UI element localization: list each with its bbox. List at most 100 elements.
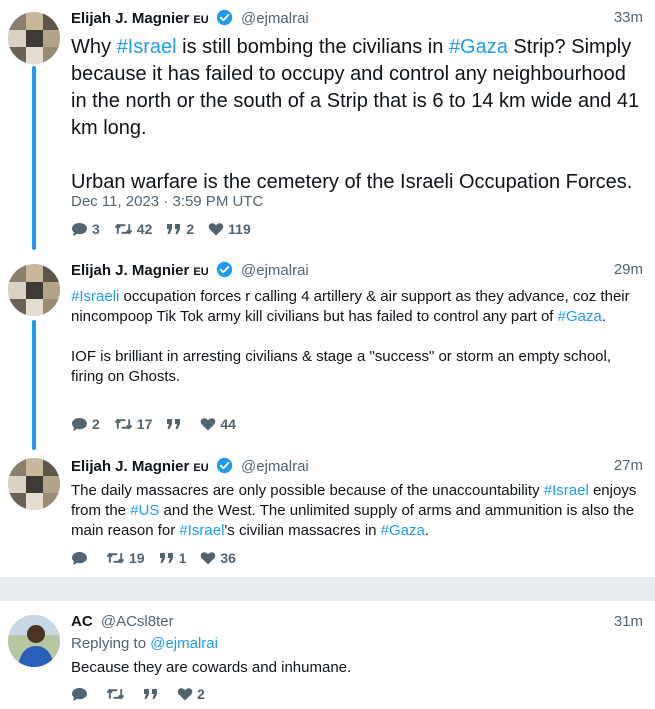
tweet-text-segment: . xyxy=(424,522,430,539)
like-button[interactable]: 44 xyxy=(200,416,236,432)
tweet-text-segment: IOF is brilliant in arresting civilians … xyxy=(71,348,612,385)
reply-tweet: AC @ACsl8ter 31m Replying to @ejmalrai B… xyxy=(0,601,655,709)
quote-icon xyxy=(167,419,181,429)
comment-icon xyxy=(72,551,87,565)
display-name[interactable]: Elijah J. Magnier xyxy=(71,10,189,27)
comment-icon xyxy=(72,687,87,701)
reply-button[interactable]: 2 xyxy=(71,416,100,432)
tweet: Elijah J. Magnier EU @ejmalrai 33m Why #I… xyxy=(0,0,655,250)
like-button[interactable]: 36 xyxy=(200,550,236,566)
flag-label: EU xyxy=(193,266,209,278)
hashtag-link[interactable]: #US xyxy=(130,502,159,519)
tweet-paragraph: IOF is brilliant in arresting civilians … xyxy=(71,347,641,387)
user-handle[interactable]: @ejmalrai xyxy=(241,10,309,27)
quote-icon xyxy=(159,553,173,563)
hashtag-link[interactable]: #Israel xyxy=(179,522,224,539)
hashtag-link[interactable]: #Gaza xyxy=(558,308,602,325)
heart-icon xyxy=(208,223,224,236)
thread-line xyxy=(32,320,36,450)
avatar[interactable] xyxy=(8,458,60,510)
reply-button[interactable]: 3 xyxy=(71,221,100,237)
retweet-icon xyxy=(114,418,133,430)
tweet-time[interactable]: 33m xyxy=(614,9,643,26)
quote-button[interactable]: 2 xyxy=(166,221,194,237)
hashtag-link[interactable]: #Israel xyxy=(544,482,589,499)
retweet-button[interactable] xyxy=(106,687,129,701)
tweet-time[interactable]: 29m xyxy=(614,261,643,278)
thread-separator xyxy=(0,577,655,601)
flag-label: EU xyxy=(193,462,209,474)
tweet-text-segment: Why xyxy=(71,36,117,58)
tweet-date[interactable]: Dec 11, 2023 · 3:59 PM UTC xyxy=(71,193,263,210)
hashtag-link[interactable]: #Gaza xyxy=(449,36,508,58)
retweet-button[interactable]: 42 xyxy=(114,221,152,237)
user-handle[interactable]: @ejmalrai xyxy=(241,262,309,279)
tweet-actions: 2 xyxy=(71,684,219,704)
tweet-paragraph: Urban warfare is the cemetery of the Isr… xyxy=(71,169,641,196)
tweet-paragraph: The daily massacres are only possible be… xyxy=(71,481,641,541)
display-name[interactable]: AC xyxy=(71,613,93,630)
retweet-icon xyxy=(106,552,125,564)
verified-badge-icon xyxy=(216,9,232,26)
tweet-text: Why #Israel is still bombing the civilia… xyxy=(71,34,641,196)
retweet-icon xyxy=(114,223,133,235)
quote-button[interactable] xyxy=(143,688,163,700)
user-handle[interactable]: @ACsl8ter xyxy=(101,613,174,630)
like-count: 2 xyxy=(197,686,205,702)
quote-icon xyxy=(144,689,157,699)
avatar-collage-icon xyxy=(8,264,60,316)
verified-badge-icon xyxy=(216,261,232,278)
user-handle[interactable]: @ejmalrai xyxy=(241,458,309,475)
like-button[interactable]: 119 xyxy=(208,221,251,237)
comment-icon xyxy=(72,417,87,431)
retweet-button[interactable]: 17 xyxy=(114,416,152,432)
tweet-text-segment: is still bombing the civilians in xyxy=(176,36,449,58)
tweet-text-segment: Urban warfare is the cemetery of the Isr… xyxy=(71,171,633,193)
tweet-header: Elijah J. Magnier EU @ejmalrai 33m xyxy=(71,9,643,31)
tweet-header: AC @ACsl8ter 31m xyxy=(71,613,643,635)
avatar-collage-icon xyxy=(8,12,60,64)
tweet-text-segment: occupation forces r calling 4 artillery … xyxy=(71,288,630,325)
tweet: Elijah J. Magnier EU @ejmalrai 29m #Israe… xyxy=(0,250,655,450)
flag-label: EU xyxy=(193,14,209,26)
quote-count: 1 xyxy=(178,550,187,566)
quote-button[interactable] xyxy=(166,418,186,430)
tweet-paragraph: Why #Israel is still bombing the civilia… xyxy=(71,34,641,142)
tweet-text-segment: 's civilian massacres in xyxy=(224,522,381,539)
tweet-paragraph: #Israeli occupation forces r calling 4 a… xyxy=(71,287,641,327)
display-name[interactable]: Elijah J. Magnier xyxy=(71,458,189,475)
avatar-person-icon xyxy=(8,615,60,667)
tweet-time[interactable]: 31m xyxy=(614,613,643,630)
replying-to-handle[interactable]: @ejmalrai xyxy=(150,635,218,652)
tweet: Elijah J. Magnier EU @ejmalrai 27m The da… xyxy=(0,450,655,577)
avatar[interactable] xyxy=(8,615,60,667)
replying-to-label: Replying to xyxy=(71,635,147,652)
reply-button[interactable] xyxy=(71,551,92,566)
hashtag-link[interactable]: #Israel xyxy=(117,36,177,58)
avatar[interactable] xyxy=(8,264,60,316)
heart-icon xyxy=(201,418,216,431)
heart-icon xyxy=(201,552,216,565)
retweet-count: 19 xyxy=(129,550,145,566)
quote-button[interactable]: 1 xyxy=(159,550,187,566)
reply-count: 2 xyxy=(92,416,100,432)
quote-icon xyxy=(167,224,181,234)
retweet-icon xyxy=(106,688,125,700)
reply-button[interactable] xyxy=(71,687,92,702)
like-button[interactable]: 2 xyxy=(177,686,205,702)
retweet-button[interactable]: 19 xyxy=(106,550,145,566)
tweet-actions: 19 1 36 xyxy=(71,548,250,568)
like-count: 36 xyxy=(220,550,236,566)
hashtag-link[interactable]: #Israeli xyxy=(71,288,119,305)
like-count: 44 xyxy=(220,416,236,432)
tweet-header: Elijah J. Magnier EU @ejmalrai 27m xyxy=(71,457,643,479)
tweet-actions: 3 42 2 119 xyxy=(71,219,265,239)
hashtag-link[interactable]: #Gaza xyxy=(381,522,425,539)
tweet-text-segment: . xyxy=(601,308,606,325)
display-name[interactable]: Elijah J. Magnier xyxy=(71,262,189,279)
tweet-text-segment: The daily massacres are only possible be… xyxy=(71,482,544,499)
tweet-time[interactable]: 27m xyxy=(614,457,643,474)
avatar[interactable] xyxy=(8,12,60,64)
avatar-collage-icon xyxy=(8,458,60,510)
verified-badge-icon xyxy=(216,457,232,474)
